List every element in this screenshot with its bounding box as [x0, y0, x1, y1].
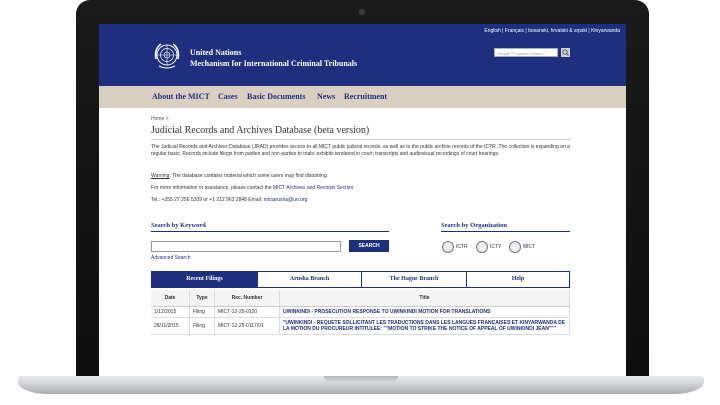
- mict-seal-icon: [509, 241, 521, 253]
- search-icon: [562, 49, 569, 56]
- phone-text: Tel.: +255 27 256 5309 or +1 212 963 284…: [151, 197, 264, 203]
- tab-help[interactable]: Help: [466, 272, 569, 287]
- language-links[interactable]: English | Français | bosanski, hrvatski …: [484, 28, 620, 34]
- nav-about[interactable]: About the MICT: [152, 92, 210, 101]
- un-emblem-icon: [154, 43, 180, 69]
- site-search-button[interactable]: [561, 48, 570, 57]
- archives-link[interactable]: MICT Archives and Records Section.: [273, 185, 355, 191]
- tab-hague-branch[interactable]: The Hague Branch: [361, 272, 466, 287]
- nav-basic-documents[interactable]: Basic Documents: [247, 92, 305, 101]
- org-name-line2: Mechanism for International Criminal Tri…: [190, 59, 358, 68]
- tab-arusha-branch[interactable]: Arusha Branch: [257, 272, 361, 287]
- tab-recent-filings[interactable]: Recent Filings: [152, 272, 257, 287]
- keyword-search-input[interactable]: [151, 241, 341, 252]
- site-search-input[interactable]: Google™ Custom Search: [494, 48, 558, 57]
- org-icty-label: ICTY: [490, 244, 502, 250]
- org-ictr[interactable]: ICTR: [442, 240, 468, 254]
- filings-table: Date Type Rec. Number Title 1/12/2015 Fi…: [151, 290, 570, 335]
- col-date[interactable]: Date: [151, 290, 190, 307]
- nav-recruitment[interactable]: Recruitment: [344, 92, 387, 101]
- browser-screen: English | Français | bosanski, hrvatski …: [99, 24, 626, 376]
- intro-paragraph: The Judicial Records and Archives Databa…: [151, 144, 570, 157]
- email-link[interactable]: mictarusha@un.org: [264, 197, 308, 203]
- org-icty[interactable]: ICTY: [476, 240, 501, 254]
- row-type: Filing: [189, 306, 215, 318]
- filings-tabs: Recent Filings Arusha Branch The Hague B…: [151, 271, 570, 288]
- warning-label: Warning: [151, 173, 170, 179]
- keyword-search-button[interactable]: SEARCH: [349, 240, 389, 252]
- contact-prefix: For more information or assistance, plea…: [151, 185, 274, 191]
- page-title: Judicial Records and Archives Database (…: [151, 125, 370, 136]
- breadcrumb[interactable]: Home >: [151, 116, 169, 122]
- table-header-row: Date Type Rec. Number Title: [151, 290, 570, 307]
- row-rec-number: MICT-12-25-0117/01: [214, 317, 280, 335]
- keyword-rule: [151, 231, 389, 232]
- table-row[interactable]: 1/12/2015 Filing MICT-12-25-0120 UWINKIN…: [151, 306, 570, 318]
- row-title-link[interactable]: "UWINKINDI - REQUETE SOLLICITANT LES TRA…: [279, 317, 570, 335]
- nav-news[interactable]: News: [317, 92, 335, 101]
- org-name-line1: United Nations: [190, 48, 242, 57]
- organization-heading: Search by Organization: [441, 222, 507, 229]
- org-mict-label: MICT: [523, 244, 536, 250]
- row-rec-number: MICT-12-25-0120: [214, 306, 280, 318]
- row-date: 1/12/2015: [151, 306, 190, 318]
- row-type: Filing: [189, 317, 215, 335]
- nav-cases[interactable]: Cases: [218, 92, 238, 101]
- title-divider: [151, 139, 571, 140]
- advanced-search-link[interactable]: Advanced Search: [151, 255, 190, 261]
- ictr-seal-icon: [442, 241, 454, 253]
- phone-line: Tel.: +255 27 256 5309 or +1 212 963 284…: [151, 197, 571, 204]
- laptop-notch: [324, 376, 398, 382]
- icty-seal-icon: [476, 241, 488, 253]
- table-row[interactable]: 28/11/2015 Filing MICT-12-25-0117/01 "UW…: [151, 317, 570, 335]
- organization-rule: [441, 231, 570, 232]
- keyword-heading: Search by Keyword: [151, 222, 206, 229]
- warning-line: Warning: The database contains material …: [151, 173, 571, 180]
- contact-line: For more information or assistance, plea…: [151, 185, 571, 192]
- row-date: 28/11/2015: [151, 317, 190, 335]
- row-title-link[interactable]: UWINKINDI - PROSECUTION RESPONSE TO UWIN…: [279, 306, 570, 318]
- col-title[interactable]: Title: [279, 290, 570, 307]
- col-type[interactable]: Type: [189, 290, 215, 307]
- col-rec-number[interactable]: Rec. Number: [214, 290, 280, 307]
- camera-icon: [359, 9, 365, 15]
- org-mict[interactable]: MICT: [509, 240, 535, 254]
- site-header: English | Français | bosanski, hrvatski …: [99, 24, 626, 86]
- main-nav: About the MICT Cases Basic Documents New…: [99, 86, 626, 108]
- org-ictr-label: ICTR: [456, 244, 468, 250]
- warning-text: : The database contains material which s…: [169, 173, 329, 179]
